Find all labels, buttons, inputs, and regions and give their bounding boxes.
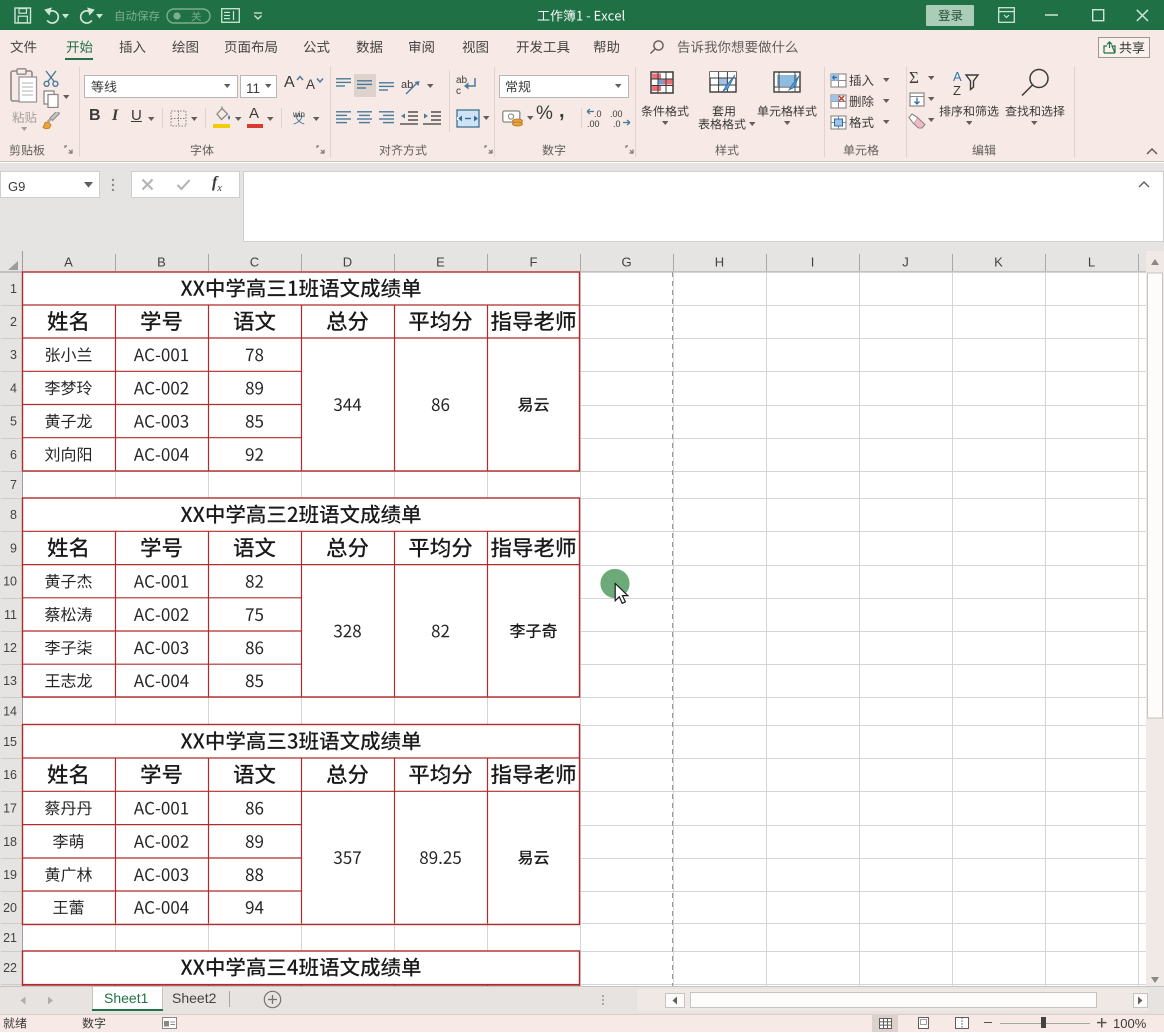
svg-text:I: I — [811, 255, 815, 270]
svg-text:.0: .0 — [594, 109, 602, 119]
svg-text:8: 8 — [10, 508, 17, 522]
svg-text:Z: Z — [953, 83, 961, 98]
svg-text:E: E — [436, 255, 445, 270]
svg-text:A: A — [64, 255, 73, 270]
svg-text:G: G — [621, 255, 631, 270]
svg-text:.0: .0 — [613, 119, 621, 128]
svg-text:11: 11 — [4, 608, 17, 622]
svg-text:18: 18 — [3, 835, 17, 849]
svg-text:1: 1 — [10, 282, 17, 296]
svg-text:12: 12 — [3, 641, 17, 655]
svg-text:13: 13 — [3, 674, 17, 688]
svg-text:J: J — [902, 255, 909, 270]
svg-text:5: 5 — [10, 415, 17, 429]
svg-text:22: 22 — [3, 961, 17, 975]
svg-text:L: L — [1088, 255, 1095, 270]
svg-text:F: F — [530, 255, 538, 270]
svg-text:15: 15 — [3, 735, 17, 749]
svg-text:K: K — [994, 255, 1003, 270]
svg-text:D: D — [343, 255, 352, 270]
svg-text:C: C — [250, 255, 259, 270]
svg-text:20: 20 — [3, 901, 17, 915]
svg-text:B: B — [157, 255, 166, 270]
svg-text:ab: ab — [456, 75, 468, 86]
svg-text:A: A — [953, 69, 962, 84]
svg-text:2: 2 — [10, 315, 17, 329]
svg-text:16: 16 — [3, 768, 17, 782]
svg-text:9: 9 — [10, 541, 17, 555]
svg-text:6: 6 — [10, 448, 17, 462]
svg-text:21: 21 — [3, 931, 17, 945]
svg-text:17: 17 — [3, 801, 17, 815]
svg-text:c: c — [456, 86, 461, 96]
svg-text:H: H — [715, 255, 724, 270]
svg-text:4: 4 — [10, 381, 17, 395]
svg-text:14: 14 — [3, 704, 17, 718]
svg-text:3: 3 — [10, 348, 17, 362]
svg-text:19: 19 — [3, 868, 17, 882]
svg-text:.00: .00 — [587, 119, 600, 128]
svg-text:.00: .00 — [610, 109, 623, 119]
svg-text:10: 10 — [3, 575, 17, 589]
svg-text:7: 7 — [10, 478, 17, 492]
